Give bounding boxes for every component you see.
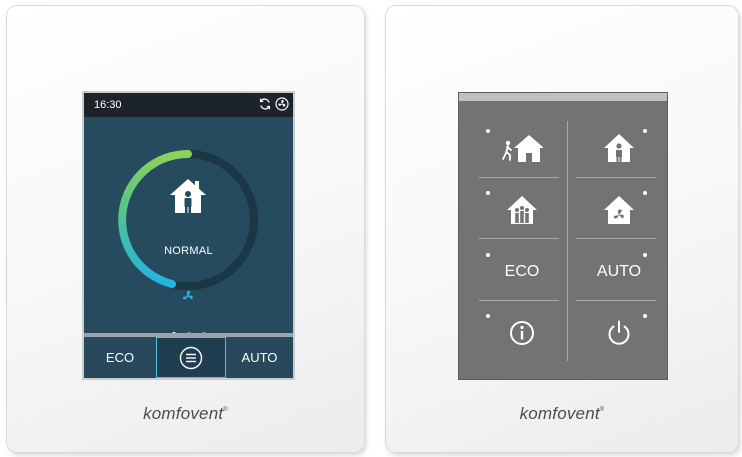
brand-logo: komfovent® xyxy=(519,404,605,423)
info-icon xyxy=(510,321,534,345)
eco-button[interactable]: ECO xyxy=(84,337,156,378)
keypad-divider xyxy=(479,177,559,178)
keypad-divider xyxy=(576,177,656,178)
away-mode-button[interactable] xyxy=(479,121,565,175)
house-person-icon[interactable] xyxy=(168,177,208,215)
menu-button[interactable] xyxy=(156,337,226,378)
eco-button[interactable]: ECO xyxy=(479,245,565,299)
away-mode-led xyxy=(486,129,490,133)
refresh-icon[interactable] xyxy=(258,97,272,111)
house-person-icon xyxy=(604,134,634,162)
auto-button[interactable]: AUTO xyxy=(576,245,662,299)
touch-display: 16:30 NORMAL ECO AUTO xyxy=(82,91,295,380)
info-button[interactable] xyxy=(479,306,565,360)
normal-mode-led xyxy=(643,129,647,133)
brand-logo: komfovent® xyxy=(143,404,228,423)
clock-time: 16:30 xyxy=(94,99,122,111)
power-icon xyxy=(608,320,630,345)
keypad-divider xyxy=(576,300,656,301)
mode-label: NORMAL xyxy=(164,245,213,257)
status-bar: 16:30 xyxy=(84,93,293,117)
fan-speed-icon xyxy=(182,290,193,300)
house-group-icon xyxy=(507,196,537,224)
keypad-divider xyxy=(479,300,559,301)
intensive-mode-button[interactable] xyxy=(479,183,565,237)
keypad-divider xyxy=(479,238,559,239)
walking-person-house-icon xyxy=(502,135,543,162)
boost-mode-button[interactable] xyxy=(576,183,662,237)
button-controller-panel: ECO AUTO komfovent® xyxy=(386,6,738,452)
mode-dashboard: NORMAL xyxy=(84,117,293,336)
normal-mode-button[interactable] xyxy=(576,121,662,175)
power-button[interactable] xyxy=(576,306,662,360)
keypad-divider-vertical xyxy=(567,121,568,361)
bottom-bar: ECO AUTO xyxy=(84,333,293,378)
info-led xyxy=(486,314,490,318)
intensive-mode-led xyxy=(486,191,490,195)
boost-mode-led xyxy=(643,191,647,195)
keypad: ECO AUTO xyxy=(458,92,668,380)
keypad-divider xyxy=(576,238,656,239)
keypad-top-strip xyxy=(459,93,667,101)
house-fan-icon xyxy=(604,196,634,224)
fan-icon[interactable] xyxy=(275,97,289,111)
auto-led xyxy=(643,253,647,257)
menu-icon xyxy=(179,346,203,369)
auto-button[interactable]: AUTO xyxy=(226,337,293,378)
power-led xyxy=(643,314,647,318)
gauge-level xyxy=(118,150,192,288)
touch-controller-panel: 16:30 NORMAL ECO AUTO komfovent® xyxy=(7,6,364,452)
eco-led xyxy=(486,253,490,257)
